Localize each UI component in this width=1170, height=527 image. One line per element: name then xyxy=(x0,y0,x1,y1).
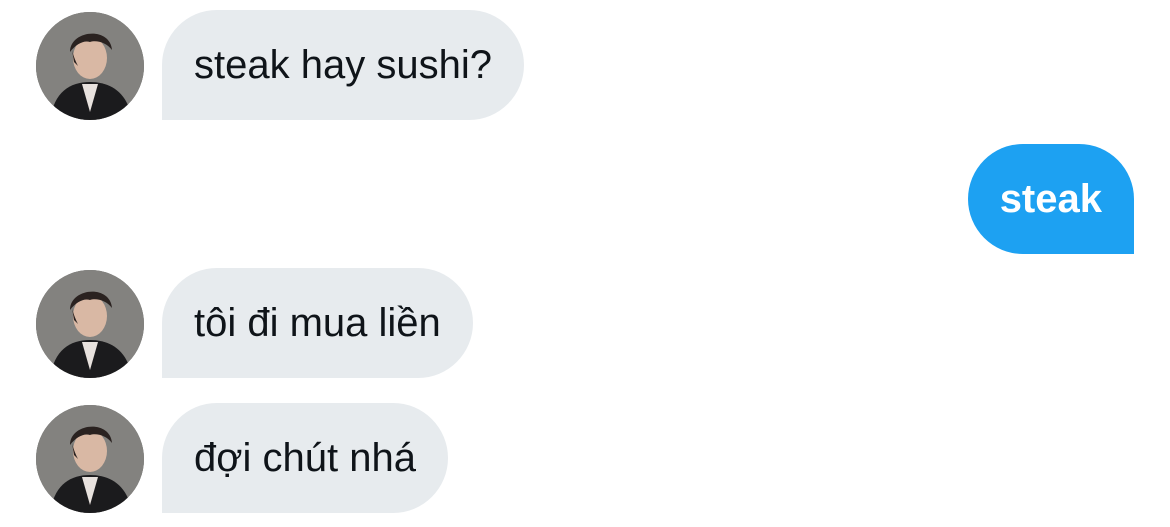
avatar[interactable] xyxy=(36,12,144,120)
message-bubble-incoming[interactable]: đợi chút nhá xyxy=(162,403,448,513)
avatar[interactable] xyxy=(36,270,144,378)
message-text: đợi chút nhá xyxy=(194,436,416,480)
user-photo-icon xyxy=(36,270,144,378)
message-bubble-outgoing[interactable]: steak xyxy=(967,144,1134,254)
message-bubble-incoming[interactable]: steak hay sushi? xyxy=(162,10,524,120)
message-text: steak hay sushi? xyxy=(194,43,492,87)
user-photo-icon xyxy=(36,12,144,120)
message-bubble-incoming[interactable]: tôi đi mua liền xyxy=(162,268,473,378)
message-text: tôi đi mua liền xyxy=(194,301,441,345)
user-photo-icon xyxy=(36,405,144,513)
avatar[interactable] xyxy=(36,405,144,513)
message-text: steak xyxy=(999,177,1102,221)
